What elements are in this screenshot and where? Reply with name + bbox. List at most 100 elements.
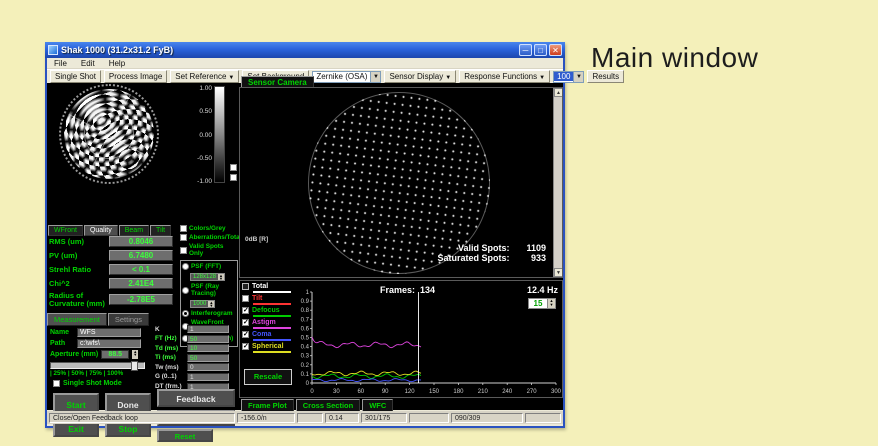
psf-fft-size-spinner[interactable]: 128x128 ▲▼ (190, 273, 225, 281)
checkbox-icon[interactable]: ✓ (242, 331, 249, 338)
radio-icon[interactable] (182, 287, 189, 294)
chevron-down-icon: ▼ (539, 75, 545, 81)
status-cell (409, 413, 449, 423)
tab-beam[interactable]: Beam (119, 225, 149, 236)
valid-spots-only-checkbox[interactable]: Valid Spots Only (180, 243, 238, 257)
stat-strehl: Strehl Ratio < 0.1 (49, 264, 177, 275)
svg-text:30: 30 (333, 389, 340, 395)
rescale-button[interactable]: Rescale (244, 369, 292, 385)
svg-text:150: 150 (429, 389, 440, 395)
legend-color-bar (253, 327, 291, 329)
results-button[interactable]: Results (587, 70, 624, 83)
svg-text:270: 270 (527, 389, 538, 395)
checkbox-icon[interactable] (242, 295, 249, 302)
spinner-arrows-icon[interactable]: ▲▼ (218, 274, 224, 280)
legend-label: Coma (252, 331, 271, 338)
svg-text:210: 210 (478, 389, 489, 395)
menu-edit[interactable]: Edit (74, 59, 102, 68)
chevron-down-icon[interactable]: ▼ (573, 72, 583, 82)
legend-color-bar (253, 339, 291, 341)
checkbox-icon[interactable] (180, 225, 187, 232)
psf-fft-radio[interactable]: PSF (FFT) (182, 263, 236, 270)
param-field[interactable]: 50 (187, 335, 229, 343)
legend-color-bar (253, 291, 291, 293)
menu-help[interactable]: Help (102, 59, 132, 68)
param-field[interactable]: 0 (187, 363, 229, 371)
scroll-up-icon[interactable]: ▲ (554, 88, 563, 97)
svg-text:0.1: 0.1 (301, 372, 310, 378)
checkbox-icon[interactable]: ✓ (242, 343, 249, 350)
checkbox-icon[interactable]: ✓ (242, 319, 249, 326)
tab-tilt[interactable]: Tilt (150, 225, 171, 236)
feedback-button[interactable]: Feedback (157, 389, 235, 407)
param-field[interactable]: 1 (187, 373, 229, 381)
maximize-button[interactable]: □ (534, 44, 547, 56)
legend-item-astigm[interactable]: ✓Astigm (242, 319, 296, 329)
tab-measurement[interactable]: Measurement (47, 313, 107, 326)
status-cell (525, 413, 561, 423)
checkbox-icon[interactable] (180, 247, 187, 254)
tab-settings[interactable]: Settings (108, 313, 149, 326)
scroll-down-icon[interactable]: ▼ (554, 268, 563, 277)
set-reference-button[interactable]: Set Reference▼ (170, 70, 239, 83)
checkbox-icon[interactable] (180, 234, 187, 241)
radio-icon[interactable] (182, 263, 189, 270)
avg-window-spinner[interactable]: 15 ▲▼ (528, 298, 556, 309)
svg-text:0.4: 0.4 (301, 345, 310, 351)
checkbox-icon[interactable] (230, 174, 237, 181)
camera-scrollbar[interactable]: ▲ ▼ (553, 88, 562, 277)
svg-text:0.2: 0.2 (301, 363, 310, 369)
spinner-arrows-icon[interactable]: ▲▼ (547, 299, 555, 308)
status-cell: 090/309 (451, 413, 523, 423)
aperture-field[interactable]: 88.5 (101, 350, 129, 359)
path-field[interactable]: c:\wfs\ (77, 339, 141, 348)
legend-item-coma[interactable]: ✓Coma (242, 331, 296, 341)
window-title: Shak 1000 (31.2x31.2 FyB) (61, 45, 519, 55)
status-cell: -156.0/n (237, 413, 295, 423)
single-shot-button[interactable]: Single Shot (50, 70, 101, 83)
param-field[interactable]: 10 (187, 344, 229, 352)
legend-item-tilt[interactable]: Tilt (242, 295, 296, 305)
aperture-slider[interactable] (50, 362, 145, 369)
legend-item-spherical[interactable]: ✓Spherical (242, 343, 296, 353)
slider-thumb[interactable] (131, 361, 138, 371)
frame-plot-svg: 030609012015018021024027030000.10.20.30.… (296, 282, 562, 396)
response-functions-button[interactable]: Response Functions▼ (459, 70, 550, 83)
spinner-arrows-icon[interactable]: ▲▼ (208, 301, 214, 307)
menu-file[interactable]: File (47, 59, 74, 68)
param-field[interactable]: 50 (187, 354, 229, 362)
psf-ray-radio[interactable]: PSF (Ray Tracing) (182, 283, 236, 297)
aberrations-total-checkbox[interactable]: Aberrations/Total (180, 234, 238, 241)
chevron-down-icon[interactable]: ▼ (370, 72, 380, 82)
checkbox-icon[interactable]: ✓ (242, 307, 249, 314)
minimize-button[interactable]: ─ (519, 44, 532, 56)
tab-wfront[interactable]: WFront (48, 225, 83, 236)
app-icon (48, 45, 58, 55)
param-row-4: Tw (ms) 0 (155, 363, 237, 371)
process-image-button[interactable]: Process Image (104, 70, 167, 83)
legend-color-bar (253, 351, 291, 353)
name-field[interactable]: WFS (77, 328, 141, 337)
reset-button[interactable]: Reset (157, 429, 213, 442)
main-window: Shak 1000 (31.2x31.2 FyB) ─ □ ✕ File Edi… (45, 42, 565, 428)
zernike-combo[interactable]: Zernike (OSA) ▼ (312, 71, 381, 83)
tab-quality[interactable]: Quality (84, 225, 118, 236)
valid-spots-value: 1109 (512, 243, 546, 253)
titlebar[interactable]: Shak 1000 (31.2x31.2 FyB) ─ □ ✕ (45, 42, 565, 58)
param-field[interactable]: 1 (187, 325, 229, 333)
legend-label: Astigm (252, 319, 276, 326)
checkbox-icon[interactable] (53, 380, 60, 387)
sensor-display-button[interactable]: Sensor Display▼ (384, 70, 456, 83)
colors-grey-checkbox[interactable]: Colors/Grey (180, 225, 238, 232)
mode-combo[interactable]: 100 ▼ (553, 71, 584, 83)
legend-item-defocus[interactable]: ✓Defocus (242, 307, 296, 317)
svg-text:0.6: 0.6 (301, 326, 310, 332)
checkbox-icon[interactable] (242, 283, 249, 290)
colorbar (214, 86, 225, 183)
psf-ray-size-spinner[interactable]: 1000 ▲▼ (190, 300, 215, 308)
close-button[interactable]: ✕ (549, 44, 562, 56)
spot-counts: Valid Spots: 1109 Saturated Spots: 933 (437, 243, 546, 263)
spinner-arrows-icon[interactable]: ▲▼ (132, 350, 138, 359)
checkbox-icon[interactable] (230, 164, 237, 171)
legend-item-total[interactable]: Total (242, 283, 296, 293)
